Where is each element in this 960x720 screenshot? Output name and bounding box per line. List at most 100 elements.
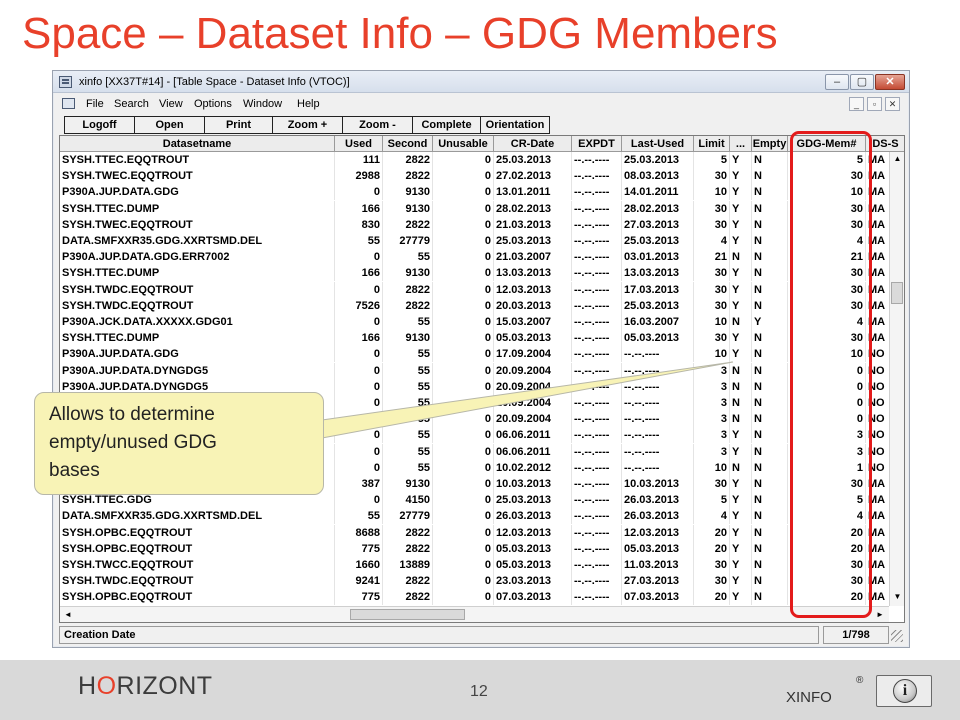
menu-file[interactable]: File: [86, 94, 104, 114]
scroll-left-button[interactable]: ◄: [61, 608, 75, 622]
scroll-down-button[interactable]: ▼: [890, 590, 904, 604]
mdi-minimize-button[interactable]: _: [849, 97, 864, 111]
table-row[interactable]: P390A.JUP.DATA.GDG 0 55 0 17.09.2004 --.--.--…: [60, 346, 904, 363]
zoom-in-button[interactable]: Zoom +: [272, 116, 342, 134]
column-header-unusable[interactable]: Unusable: [433, 136, 494, 152]
cell-expdt: --.--.----: [572, 492, 622, 509]
table-row[interactable]: P390A.JUP.DATA.GDG 0 9130 0 13.01.2011 --.--.…: [60, 184, 904, 201]
cell-second: 9130: [383, 330, 433, 347]
status-field-label: Creation Date: [59, 626, 819, 644]
table-row[interactable]: P390A.JUP.DATA.GDG.ERR7002 0 55 0 21.03.2007…: [60, 249, 904, 266]
cell-last-used: 05.03.2013: [622, 540, 694, 557]
cell-limit: 3: [694, 362, 730, 379]
cell-second: 55: [383, 362, 433, 379]
table-row[interactable]: DATA.SMFXXR35.GDG.XXRTSMD.DEL 55 27779 0 25.…: [60, 233, 904, 249]
column-header-datasetname[interactable]: Datasetname: [60, 136, 335, 152]
cell-expdt: --.--.----: [572, 152, 622, 168]
dataset-table: Datasetname Used Second Unusable CR-Date EXPD…: [59, 135, 905, 623]
table-row[interactable]: DATA.SMFXXR35.GDG.XXRTSMD.DEL 55 27779 0 26.…: [60, 508, 904, 525]
cell-flag: Y: [730, 557, 752, 573]
resize-grip[interactable]: [891, 630, 903, 642]
column-header-empty[interactable]: Empty: [752, 136, 788, 152]
cell-second: 2822: [383, 297, 433, 314]
menu-window[interactable]: Window: [243, 94, 282, 114]
cell-flag: Y: [730, 152, 752, 168]
cell-second: 55: [383, 314, 433, 330]
cell-flag: Y: [730, 200, 752, 217]
cell-limit: 3: [694, 427, 730, 444]
cell-used: 111: [335, 152, 383, 168]
table-row[interactable]: P390A.JUP.DATA.DYNGDG5 0 55 0 20.09.2004 --.-…: [60, 362, 904, 379]
cell-empty: N: [752, 557, 788, 573]
vertical-scroll-thumb[interactable]: [891, 282, 903, 304]
table-row[interactable]: SYSH.TWDC.EQQTROUT 7526 2822 0 20.03.2013 --.…: [60, 297, 904, 314]
cell-last-used: 25.03.2013: [622, 152, 694, 168]
table-row[interactable]: SYSH.TWDC.EQQTROUT 0 2822 0 12.03.2013 --.--.…: [60, 281, 904, 298]
info-button[interactable]: i: [876, 675, 932, 707]
complete-button[interactable]: Complete: [412, 116, 480, 134]
horizontal-scroll-thumb[interactable]: [350, 609, 465, 620]
minimize-button[interactable]: –: [825, 74, 849, 90]
menu-options[interactable]: Options: [194, 94, 232, 114]
mdi-close-button[interactable]: ✕: [885, 97, 900, 111]
cell-flag: N: [730, 395, 752, 411]
maximize-button[interactable]: ▢: [850, 74, 874, 90]
table-row[interactable]: P390A.JCK.DATA.XXXXX.GDG01 0 55 0 15.03.2007…: [60, 314, 904, 330]
cell-unusable: 0: [433, 362, 494, 379]
table-row[interactable]: SYSH.TTEC.EQQTROUT 111 2822 0 25.03.2013 --.-…: [60, 152, 904, 168]
cell-last-used: 25.03.2013: [622, 233, 694, 249]
window-titlebar[interactable]: xinfo [XX37T#14] - [Table Space - Datase…: [53, 71, 909, 93]
cell-limit: 30: [694, 265, 730, 282]
scroll-up-button[interactable]: ▲: [890, 152, 904, 166]
cell-datasetname: SYSH.TWEC.EQQTROUT: [60, 216, 335, 233]
table-row[interactable]: SYSH.OPBC.EQQTROUT 8688 2822 0 12.03.2013 --.…: [60, 524, 904, 541]
cell-last-used: 07.03.2013: [622, 589, 694, 606]
scroll-right-button[interactable]: ►: [873, 608, 887, 622]
table-row[interactable]: SYSH.TTEC.DUMP 166 9130 0 05.03.2013 --.--.--…: [60, 330, 904, 347]
vertical-scrollbar[interactable]: ▲ ▼: [889, 152, 904, 606]
table-row[interactable]: SYSH.TTEC.DUMP 166 9130 0 28.02.2013 --.--.--…: [60, 200, 904, 217]
table-row[interactable]: SYSH.TWEC.EQQTROUT 2988 2822 0 27.02.2013 --.…: [60, 168, 904, 185]
table-row[interactable]: SYSH.OPBC.EQQTROUT 775 2822 0 07.03.2013 --.-…: [60, 589, 904, 606]
table-row[interactable]: SYSH.OPBC.EQQTROUT 775 2822 0 05.03.2013 --.-…: [60, 540, 904, 557]
cell-used: 0: [335, 346, 383, 363]
cell-used: 387: [335, 476, 383, 492]
cell-limit: 20: [694, 589, 730, 606]
slide-footer: HORIZONT 12 XINFO ® i: [0, 660, 960, 720]
orientation-button[interactable]: Orientation: [480, 116, 550, 134]
table-row[interactable]: SYSH.TTEC.DUMP 166 9130 0 13.03.2013 --.--.--…: [60, 265, 904, 282]
close-button[interactable]: ✕: [875, 74, 905, 90]
column-header-expdt[interactable]: EXPDT: [572, 136, 622, 152]
horizontal-scrollbar[interactable]: ◄ ►: [60, 606, 889, 622]
column-header-second[interactable]: Second: [383, 136, 433, 152]
mdi-restore-button[interactable]: ▫: [867, 97, 882, 111]
cell-limit: 30: [694, 297, 730, 314]
cell-second: 55: [383, 395, 433, 411]
table-row[interactable]: SYSH.TWCC.EQQTROUT 1660 13889 0 05.03.2013 --…: [60, 557, 904, 573]
menu-help[interactable]: Help: [297, 94, 320, 114]
cell-empty: N: [752, 281, 788, 298]
menu-search[interactable]: Search: [114, 94, 149, 114]
cell-second: 4150: [383, 492, 433, 509]
cell-expdt: --.--.----: [572, 395, 622, 411]
logoff-button[interactable]: Logoff: [64, 116, 134, 134]
menu-view[interactable]: View: [159, 94, 183, 114]
cell-expdt: --.--.----: [572, 297, 622, 314]
zoom-out-button[interactable]: Zoom -: [342, 116, 412, 134]
cell-flag: Y: [730, 330, 752, 347]
table-row[interactable]: SYSH.TWEC.EQQTROUT 830 2822 0 21.03.2013 --.-…: [60, 216, 904, 233]
column-header-limit[interactable]: Limit: [694, 136, 730, 152]
column-header-cr-date[interactable]: CR-Date: [494, 136, 572, 152]
brand-logo: HORIZONT: [78, 672, 213, 701]
print-button[interactable]: Print: [204, 116, 272, 134]
column-header-last-used[interactable]: Last-Used: [622, 136, 694, 152]
column-header-flag[interactable]: ...: [730, 136, 752, 152]
cell-empty: N: [752, 476, 788, 492]
column-header-used[interactable]: Used: [335, 136, 383, 152]
registered-mark: ®: [856, 675, 864, 686]
cell-used: 0: [335, 184, 383, 201]
cell-used: 55: [335, 233, 383, 249]
cell-unusable: 0: [433, 249, 494, 266]
open-button[interactable]: Open: [134, 116, 204, 134]
table-row[interactable]: SYSH.TWDC.EQQTROUT 9241 2822 0 23.03.2013 --.…: [60, 573, 904, 590]
